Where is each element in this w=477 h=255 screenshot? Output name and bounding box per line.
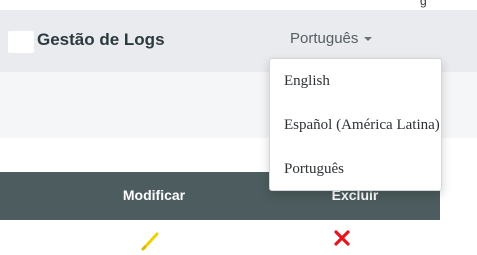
language-menu: English Español (América Latina) Portugu… (269, 58, 442, 191)
table-row (0, 220, 440, 255)
language-dropdown-toggle[interactable]: Português (290, 30, 373, 47)
language-option-spanish[interactable]: Español (América Latina) (270, 103, 441, 147)
page: g Gestão de Logs Português Modificar Exc… (0, 0, 477, 255)
app-title[interactable]: Gestão de Logs (37, 30, 165, 50)
language-toggle-label: Português (290, 30, 359, 47)
top-strip-text: g (420, 0, 427, 8)
top-strip: g (0, 0, 477, 10)
language-option-english[interactable]: English (270, 59, 441, 103)
close-icon[interactable] (332, 228, 352, 248)
pencil-icon[interactable] (140, 229, 162, 251)
logo-icon (8, 31, 34, 53)
caret-down-icon (364, 37, 373, 42)
language-option-portuguese[interactable]: Português (270, 147, 441, 191)
column-header-modify: Modificar (122, 187, 186, 203)
